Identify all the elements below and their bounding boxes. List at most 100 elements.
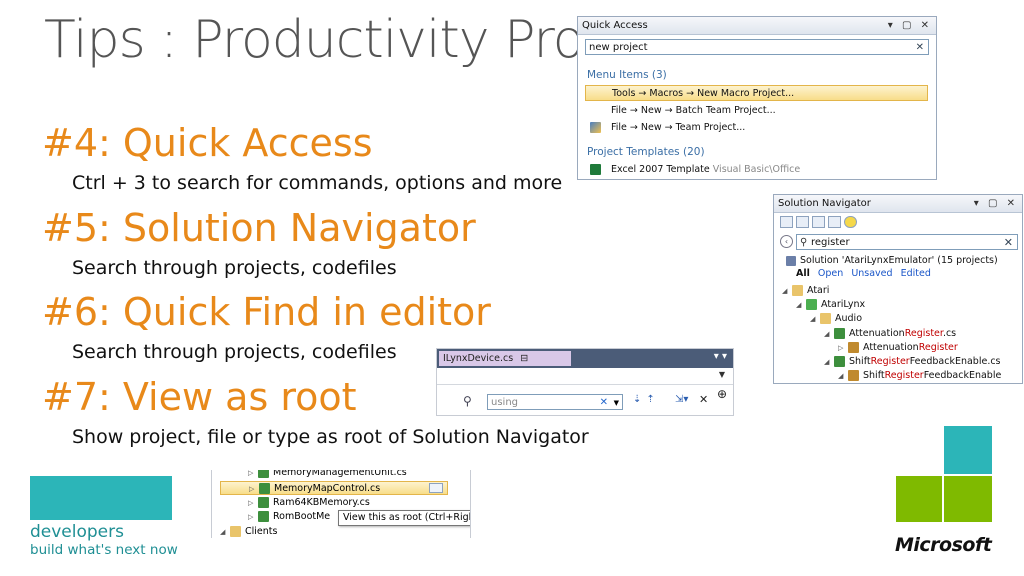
project-templates-section: Project Templates (20) [587, 146, 705, 158]
filter-all[interactable]: All [796, 268, 810, 279]
match-highlight: Register [918, 342, 958, 353]
match-highlight: Register [904, 328, 943, 339]
logo-tile-teal [944, 426, 992, 474]
clear-icon[interactable]: ✕ [600, 395, 608, 411]
template-name: Excel 2007 Template [611, 164, 710, 175]
tree-item-file[interactable]: ◢ ShiftRegisterFeedbackEnable.cs [824, 355, 1001, 369]
search-value: register [811, 237, 850, 248]
expand-arrow-icon[interactable]: ▷ [838, 341, 848, 355]
window-controls[interactable]: ▾ ▢ ✕ [974, 195, 1018, 212]
refresh-icon[interactable] [828, 216, 841, 228]
template-item[interactable]: Excel 2007 Template Visual Basic\Office [590, 162, 800, 178]
solution-label: Solution 'AtariLynxEmulator' (15 project… [800, 255, 998, 266]
csharp-file-icon [259, 483, 270, 494]
tab-overflow[interactable]: ▾ ▾ [714, 351, 727, 362]
editor-tab[interactable]: ILynxDevice.cs ⊟ [439, 351, 571, 366]
filter-unsaved[interactable]: Unsaved [851, 268, 892, 279]
dropdown-arrow-icon[interactable]: ▼ [614, 395, 619, 411]
match-highlight: Register [884, 370, 924, 381]
editor-window: ILynxDevice.cs ⊟ ▾ ▾ ▼ ⚲ using ✕ ▼ ⇣⇡ ⇲▾… [436, 348, 734, 416]
filter-edited[interactable]: Edited [901, 268, 931, 279]
list-item[interactable]: ▷ MemoryManagementUnit.cs [248, 470, 407, 480]
slide-title: Tips : Productivity Pro [44, 10, 585, 70]
menu-item-label: Tools → Macros → New Macro Project... [612, 88, 795, 99]
find-value: using [491, 397, 519, 408]
file-label: MemoryManagementUnit.cs [273, 470, 407, 478]
expand-arrow-icon[interactable]: ▷ [249, 482, 259, 496]
menu-item[interactable]: File → New → Batch Team Project... [585, 103, 776, 119]
menu-item[interactable]: File → New → Team Project... [590, 120, 745, 136]
logo-tile-green [944, 476, 992, 522]
file-list-panel: ▷ MemoryManagementUnit.cs ▷ MemoryMapContr… [211, 470, 471, 538]
dropdown-arrow-icon[interactable]: ▼ [719, 370, 725, 379]
solution-navigator-title: Solution Navigator [778, 198, 871, 209]
tree-label: Audio [835, 313, 863, 324]
quick-find-input[interactable]: using ✕ ▼ [487, 394, 623, 410]
template-detail: Visual Basic\Office [712, 164, 801, 175]
window-controls[interactable]: ▾ ▢ ✕ [888, 17, 932, 34]
collapse-arrow-icon[interactable]: ◢ [796, 298, 806, 312]
collapse-arrow-icon[interactable]: ◢ [782, 284, 792, 298]
smiley-icon[interactable] [844, 216, 857, 228]
tree-item-atari[interactable]: ◢ Atari [782, 284, 829, 298]
tip-heading-4: #4: Quick Access [42, 121, 373, 165]
tree-item-audio[interactable]: ◢ Audio [810, 312, 862, 326]
clear-icon[interactable]: ✕ [1004, 235, 1013, 251]
properties-icon[interactable] [796, 216, 809, 228]
tree-label: FeedbackEnable [923, 370, 1002, 381]
list-item[interactable]: ▷ Ram64KBMemory.cs [248, 496, 370, 510]
tree-label: Atari [807, 285, 830, 296]
close-find-button[interactable]: ✕ [699, 393, 708, 406]
list-item[interactable]: ◢ Clients [220, 525, 277, 538]
view-as-root-icon[interactable] [429, 483, 443, 493]
show-all-icon[interactable] [812, 216, 825, 228]
collapse-arrow-icon[interactable]: ◢ [838, 369, 848, 383]
developers-label: developers [30, 522, 124, 542]
pin-icon[interactable]: ⊟ [520, 353, 528, 364]
collapse-icon[interactable] [780, 216, 793, 228]
menu-items-section: Menu Items (3) [587, 69, 667, 81]
filter-open[interactable]: Open [818, 268, 843, 279]
expand-arrow-icon[interactable]: ▷ [248, 496, 258, 510]
collapse-arrow-icon[interactable]: ◢ [824, 355, 834, 369]
quick-access-title: Quick Access [582, 20, 648, 31]
file-label: RomBootMe [273, 511, 331, 522]
menu-item[interactable]: Tools → Macros → New Macro Project... [585, 85, 928, 101]
class-icon [848, 370, 859, 381]
tree-item-atarilynx[interactable]: ◢ AtariLynx [796, 298, 865, 312]
tooltip: View this as root (Ctrl+Right) [338, 510, 470, 526]
folder-label: Clients [245, 526, 278, 537]
tree-item-file[interactable]: ◢ AttenuationRegister.cs [824, 327, 956, 341]
file-label: Ram64KBMemory.cs [273, 497, 370, 508]
expand-arrow-icon[interactable]: ▷ [248, 470, 258, 480]
find-next-icon[interactable]: ⇣⇡ [633, 394, 660, 405]
list-item-selected[interactable]: ▷ MemoryMapControl.cs [220, 481, 448, 495]
match-highlight: Register [870, 356, 910, 367]
solution-navigator-window: Solution Navigator ▾ ▢ ✕ ‹ ⚲ register ✕ … [773, 194, 1023, 384]
team-project-icon [590, 122, 601, 133]
search-icon: ⚲ [800, 237, 808, 248]
file-label: MemoryMapControl.cs [274, 483, 381, 494]
collapse-arrow-icon[interactable]: ◢ [220, 525, 230, 538]
toolbar [780, 216, 860, 228]
split-icon[interactable]: ⊕ [717, 387, 727, 401]
find-options-icon[interactable]: ⇲▾ [675, 394, 688, 405]
tree-label: Attenuation [849, 328, 905, 339]
list-item[interactable]: ▷ RomBootMe [248, 510, 330, 524]
collapse-arrow-icon[interactable]: ◢ [824, 327, 834, 341]
back-icon[interactable]: ‹ [780, 235, 793, 248]
excel-icon [590, 164, 601, 175]
solution-icon [786, 255, 796, 266]
solution-search-input[interactable]: ⚲ register ✕ [796, 234, 1018, 250]
tree-item-class[interactable]: ▷ AttenuationRegister [838, 341, 958, 355]
logo-tile-green [896, 476, 942, 522]
menu-item-label: File → New → Batch Team Project... [611, 105, 776, 116]
quick-access-search-input[interactable]: new project ✕ [585, 39, 929, 55]
clear-icon[interactable]: ✕ [916, 40, 924, 56]
tree-label: AtariLynx [821, 299, 866, 310]
expand-arrow-icon[interactable]: ▷ [248, 510, 258, 524]
collapse-arrow-icon[interactable]: ◢ [810, 312, 820, 326]
solution-node[interactable]: Solution 'AtariLynxEmulator' (15 project… [786, 254, 998, 268]
csharp-file-icon [834, 328, 845, 339]
tree-item-class[interactable]: ◢ ShiftRegisterFeedbackEnable [838, 369, 1001, 383]
